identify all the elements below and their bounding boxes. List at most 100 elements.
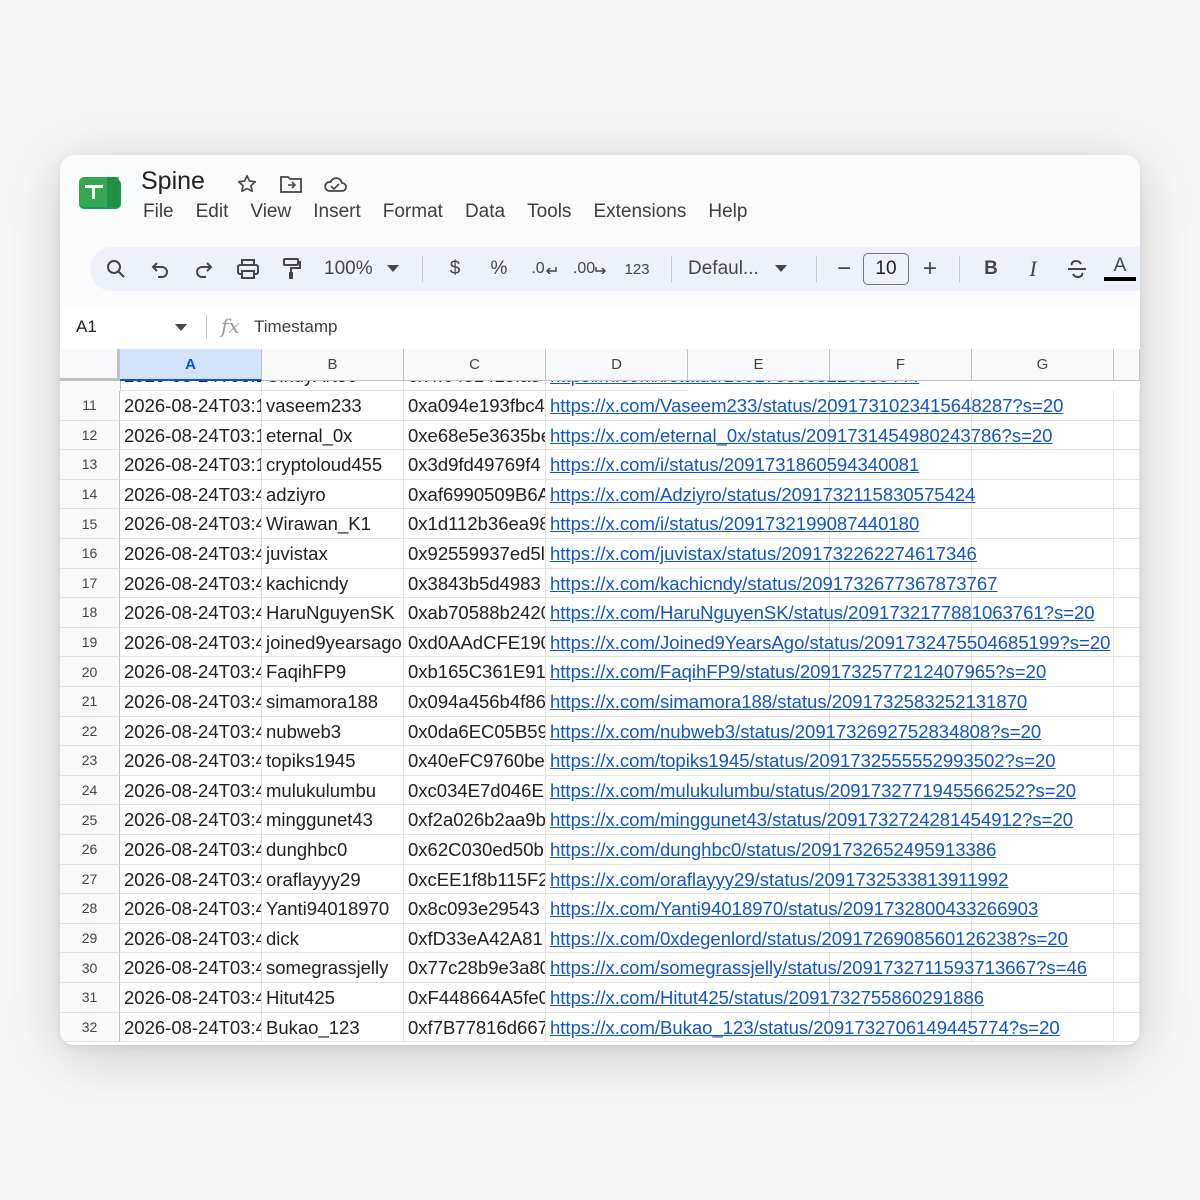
cell-b[interactable]: dunghbc0 [262,835,404,865]
empty-cell[interactable] [1114,864,1140,895]
cell-d-link[interactable]: https://x.com/topiks1945/status/20917325… [546,746,1056,776]
row-header[interactable]: 20 [60,657,120,687]
more-formats-button[interactable]: 123 [613,251,661,287]
cell-b[interactable]: FaqihFP9 [262,657,404,687]
sheets-logo-icon[interactable] [77,175,123,211]
cell-b[interactable]: mulukulumbu [262,775,404,806]
menu-view[interactable]: View [239,201,302,223]
cell-b[interactable]: dick [262,923,404,954]
cell-c[interactable]: 0xab70588b2420 [404,598,546,628]
italic-button[interactable]: I [1012,251,1054,287]
empty-cell[interactable] [1114,450,1140,480]
cell-c[interactable]: 0x62C030ed50b [404,835,546,865]
cell-a[interactable]: 2026-08-24T03:4 [120,835,262,865]
cell-b[interactable]: cryptoloud455 [262,450,404,480]
menu-tools[interactable]: Tools [516,201,582,223]
cell-c[interactable]: 0xcEE1f8b115F2 [404,864,546,895]
menu-insert[interactable]: Insert [302,201,372,223]
cell-c[interactable]: 0x8c093e29543 [404,894,546,924]
cell-a[interactable]: 2026-08-24T03:4 [120,539,262,569]
empty-cell[interactable] [1114,568,1140,599]
select-all-corner[interactable] [60,349,120,381]
cell-a[interactable]: 2026-08-24T03:4 [120,509,262,539]
cell-b[interactable]: juvistax [262,539,404,569]
column-header-e[interactable]: E [688,349,830,381]
cell-b[interactable]: minggunet43 [262,805,404,835]
decrease-font-size-button[interactable]: − [827,251,861,287]
column-header-b[interactable]: B [262,349,404,381]
cell-c[interactable]: 0x0da6EC05B59 [404,716,546,747]
menu-data[interactable]: Data [454,201,516,223]
menu-format[interactable]: Format [372,201,454,223]
row-header[interactable]: 32 [60,1012,120,1043]
empty-cell[interactable] [1114,894,1140,924]
cell-c[interactable]: 0xa094e193fbc4 [404,391,546,421]
cell-a[interactable]: 2026-08-24T03:1 [120,420,262,451]
empty-cell[interactable] [1114,687,1140,717]
redo-icon[interactable] [182,251,226,287]
cell-c[interactable]: 0x094a456b4f86 [404,687,546,717]
document-title[interactable]: Spine [141,167,205,196]
cell-a[interactable]: 2026-08-24T03:4 [120,687,262,717]
cell-b[interactable]: kachicndy [262,568,404,599]
cell-c[interactable]: 0xfD33eA42A81 [404,923,546,954]
cell-c[interactable]: 0xd0AAdCFE190 [404,627,546,658]
currency-format-button[interactable]: $ [433,251,477,287]
row-header[interactable]: 11 [60,391,120,421]
row-header[interactable]: 17 [60,568,120,599]
cell-a[interactable]: 2026-08-24T03:4 [120,627,262,658]
name-box[interactable]: A1 [76,317,97,337]
cell-b[interactable]: topiks1945 [262,746,404,776]
percent-format-button[interactable]: % [477,251,521,287]
menu-help[interactable]: Help [697,201,758,223]
cell-d-link[interactable]: https://x.com/i/status/20917321990874401… [546,509,919,539]
cell-c[interactable]: 0xF448664A5fe0 [404,983,546,1013]
empty-cell[interactable] [1114,835,1140,865]
column-header-d[interactable]: D [546,349,688,381]
cell-c[interactable]: 0x1d112b36ea98 [404,509,546,539]
menu-file[interactable]: File [132,201,185,223]
cell-a[interactable]: 2026-08-24T03:4 [120,894,262,924]
cell-d-link[interactable]: https://x.com/Joined9YearsAgo/status/209… [546,628,1110,658]
text-color-button[interactable]: A [1100,251,1140,287]
row-header[interactable]: 12 [60,420,120,451]
cell-b[interactable]: Hitut425 [262,983,404,1013]
paint-format-icon[interactable] [270,251,314,287]
cell-d-link[interactable]: https://x.com/0xdegenlord/status/2091726… [546,924,1068,954]
empty-cell[interactable] [972,539,1114,569]
cell-a[interactable]: 2026-08-24T03:1 [120,450,262,480]
cell-a[interactable]: 2026-08-24T03:4 [120,864,262,895]
cell-c[interactable]: 0x92559937ed5l [404,539,546,569]
spreadsheet-grid[interactable]: A B C D E F G 2026-08-24T03:1 CindyArt50… [60,349,1140,1045]
cell-a[interactable]: 2026-08-24T03:4 [120,479,262,510]
empty-cell[interactable] [1114,657,1140,687]
cell-c[interactable]: 0xe68e5e3635be [404,420,546,451]
cell-c[interactable]: 0x4f6451415fa5 [404,381,546,391]
cell-d-link[interactable]: https://x.com/juvistax/status/2091732262… [546,539,977,569]
cell-b[interactable]: oraflayyy29 [262,864,404,895]
cell-d-link[interactable]: https://x.com/nubweb3/status/20917326927… [546,717,1041,747]
cell-a[interactable]: 2026-08-24T03:4 [120,568,262,599]
cell-b[interactable]: Yanti94018970 [262,894,404,924]
decrease-decimal-button[interactable]: .0 [521,251,567,287]
cell-a[interactable]: 2026-08-24T03:4 [120,805,262,835]
empty-cell[interactable] [1114,983,1140,1013]
undo-icon[interactable] [138,251,182,287]
empty-cell[interactable] [1114,539,1140,569]
cell-c[interactable]: 0x40eFC9760be [404,746,546,776]
row-header[interactable]: 29 [60,923,120,954]
move-folder-icon[interactable] [276,171,306,197]
row-header[interactable]: 31 [60,983,120,1013]
cell-a[interactable]: 2026-08-24T03:4 [120,657,262,687]
cell-c[interactable]: 0xb165C361E91 [404,657,546,687]
empty-cell[interactable] [1114,746,1140,776]
cell-a[interactable]: 2026-08-24T03:4 [120,775,262,806]
cell-b[interactable]: adziyro [262,479,404,510]
row-header[interactable]: 27 [60,864,120,895]
cell-b[interactable]: somegrassjelly [262,953,404,983]
chevron-down-icon[interactable] [175,319,187,337]
print-icon[interactable] [226,251,270,287]
empty-cell[interactable] [1114,775,1140,806]
cell-b[interactable]: Wirawan_K1 [262,509,404,539]
row-header[interactable]: 22 [60,716,120,747]
